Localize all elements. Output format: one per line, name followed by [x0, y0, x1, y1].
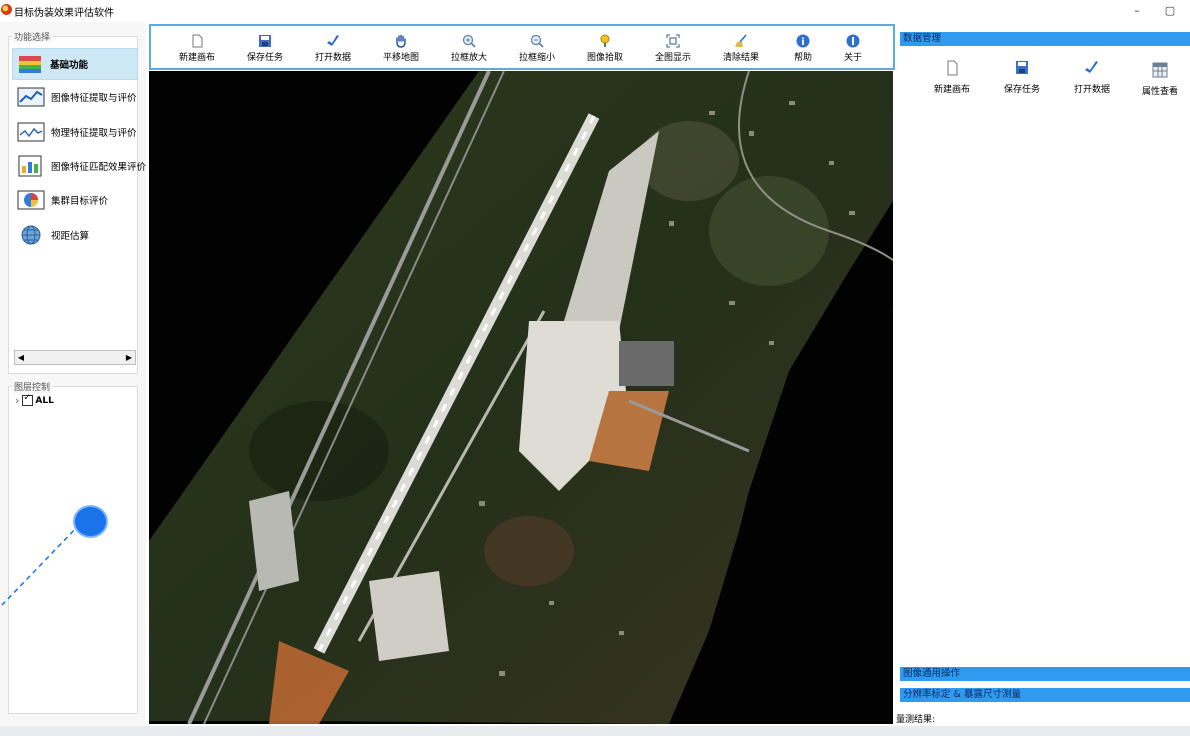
func-item-label: 图像特征匹配效果评价	[51, 162, 147, 173]
pan-map-button[interactable]: 平移地图	[377, 28, 425, 66]
right-panel: 数据管理 新建画布 保存任务 打开数据 属性查看 图像通用操作 分辨率标定 & …	[896, 22, 1190, 736]
image-chart-icon	[17, 86, 45, 108]
new-doc-icon	[944, 60, 960, 76]
open-data-button[interactable]: 打开数据	[309, 28, 357, 66]
satellite-image	[149, 71, 893, 724]
func-item-label: 物理特征提取与评价	[51, 128, 137, 139]
full-extent-icon	[666, 34, 680, 48]
zoom-in-icon	[462, 34, 476, 48]
open-data-icon	[326, 34, 340, 48]
data-management-header[interactable]: 数据管理	[900, 32, 1190, 46]
func-item-match-eval[interactable]: 图像特征匹配效果评价	[14, 151, 148, 181]
window-title: 目标伪装效果评估软件	[14, 8, 114, 19]
status-strip	[0, 726, 1190, 736]
open-data-icon	[1084, 60, 1100, 76]
toolbar-button-label: 清除结果	[722, 53, 759, 63]
func-item-image-feature[interactable]: 图像特征提取与评价	[14, 82, 148, 112]
toolbar-button-label: 图像拾取	[586, 53, 623, 63]
save-icon	[258, 34, 272, 48]
rp-button-label: 新建画布	[933, 85, 970, 95]
globe-stack-icon	[16, 53, 44, 75]
broom-icon	[734, 34, 748, 48]
zoom-out-icon	[530, 34, 544, 48]
rp-attribute-view-button[interactable]: 属性查看	[1130, 62, 1190, 97]
func-item-label: 基础功能	[50, 60, 89, 71]
full-extent-button[interactable]: 全图显示	[649, 28, 697, 66]
toolbar-button-label: 保存任务	[246, 53, 283, 63]
rp-button-label: 保存任务	[1003, 85, 1040, 95]
rp-button-label: 属性查看	[1141, 87, 1178, 97]
scroll-left-button[interactable]: ◀	[15, 351, 27, 364]
layer-all-checkbox[interactable]	[22, 393, 34, 406]
func-item-cluster-eval[interactable]: 集群目标评价	[14, 185, 148, 215]
svg-text:i: i	[801, 37, 804, 48]
table-icon	[1152, 62, 1168, 78]
toolbar-button-label: 帮助	[793, 53, 812, 63]
help-button[interactable]: i 帮助	[779, 28, 827, 66]
tree-expander-icon[interactable]: ›	[15, 394, 19, 407]
toolbar-button-label: 打开数据	[314, 53, 351, 63]
minimize-button[interactable]: –	[1125, 2, 1149, 20]
about-icon	[846, 34, 860, 48]
pick-pin-icon	[598, 34, 612, 48]
maximize-button[interactable]: ▢	[1158, 2, 1182, 20]
toolbar-button-label: 新建画布	[178, 53, 215, 63]
help-icon: i	[796, 34, 810, 48]
rp-open-data-button[interactable]: 打开数据	[1062, 60, 1122, 95]
image-pick-button[interactable]: 图像拾取	[581, 28, 629, 66]
layer-tree-all[interactable]: › ALL	[15, 393, 54, 407]
layer-group-label: 图层控制	[12, 380, 53, 393]
new-canvas-button[interactable]: 新建画布	[173, 28, 221, 66]
toolbar-button-label: 全图显示	[654, 53, 691, 63]
func-item-label: 图像特征提取与评价	[51, 93, 137, 104]
toolbar-button-label: 拉框放大	[450, 53, 487, 63]
func-item-label: 视距估算	[51, 231, 90, 242]
func-item-label: 集群目标评价	[51, 196, 109, 207]
hand-pan-icon	[394, 34, 408, 48]
toolbar-button-label: 平移地图	[382, 53, 419, 63]
new-doc-icon	[190, 34, 204, 48]
rp-button-label: 打开数据	[1073, 85, 1110, 95]
save-task-button[interactable]: 保存任务	[241, 28, 289, 66]
save-icon	[1014, 60, 1030, 76]
zoom-out-box-button[interactable]: 拉框缩小	[513, 28, 561, 66]
left-panel: 功能选择 基础功能 图像特征提取与评价 物理特征提取与评价 图像特征匹配效果评价…	[0, 22, 146, 736]
doc-chart-icon	[17, 155, 45, 177]
func-item-basic[interactable]: 基础功能	[12, 48, 138, 80]
image-general-ops-header[interactable]: 图像通用操作	[900, 667, 1190, 681]
function-list-scrollbar[interactable]: ◀ ▶	[14, 350, 136, 365]
layer-all-label: ALL	[35, 395, 54, 406]
app-logo-icon	[1, 4, 12, 15]
line-chart-icon	[17, 121, 45, 143]
toolbar-button-label: 拉框缩小	[518, 53, 555, 63]
resolution-calibration-header[interactable]: 分辨率标定 & 暴露尺寸测量	[900, 688, 1190, 702]
rp-save-task-button[interactable]: 保存任务	[992, 60, 1052, 95]
scroll-right-button[interactable]: ▶	[123, 351, 135, 364]
title-bar: 目标伪装效果评估软件 – ▢	[0, 0, 1190, 22]
func-item-sight-distance[interactable]: 视距估算	[14, 220, 148, 250]
pie-chart-icon	[17, 189, 45, 211]
rp-new-canvas-button[interactable]: 新建画布	[922, 60, 982, 95]
func-item-physical-feature[interactable]: 物理特征提取与评价	[14, 117, 148, 147]
clear-results-button[interactable]: 清除结果	[717, 28, 765, 66]
globe-icon	[17, 224, 45, 246]
touch-point-marker	[73, 505, 108, 538]
zoom-in-box-button[interactable]: 拉框放大	[445, 28, 493, 66]
measure-result-label: 量测结果:	[896, 715, 936, 725]
about-button[interactable]: 关于	[829, 28, 877, 66]
map-canvas[interactable]	[149, 71, 893, 724]
main-toolbar: 新建画布 保存任务 打开数据 平移地图 拉框放大 拉框缩小 图像拾取 全图显示 …	[149, 24, 895, 70]
function-group-label: 功能选择	[12, 30, 53, 43]
toolbar-button-label: 关于	[843, 53, 862, 63]
